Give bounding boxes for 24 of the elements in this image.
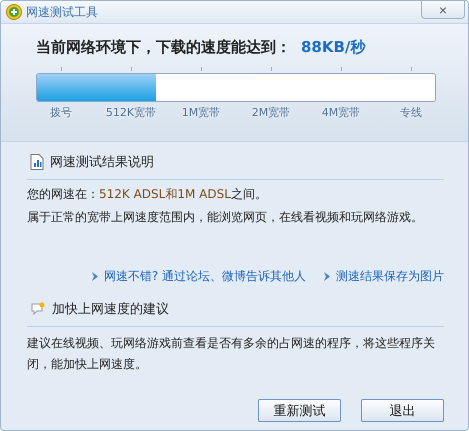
dialog-button[interactable]: 重新测试 xyxy=(258,399,341,422)
meter-tick-label: 拨号 xyxy=(50,105,72,120)
speed-label: 当前网络环境下，下载的速度能达到： xyxy=(36,38,291,57)
logo-icon xyxy=(6,4,22,20)
dialog-button[interactable]: 退出 xyxy=(361,399,444,422)
advice-text: 建议在线视频、玩网络游戏前查看是否有多余的占网速的程序，将这些程序关闭，能加快上网速度。 xyxy=(27,335,436,373)
chart-document-icon xyxy=(30,154,44,170)
meter-tick-label: 2M宽带 xyxy=(252,105,290,120)
section-heading: 网速测试结果说明 xyxy=(50,154,154,171)
section-heading: 加快上网速度的建议 xyxy=(52,301,169,318)
meter-tick-label: 专线 xyxy=(400,105,422,120)
close-button[interactable]: × xyxy=(421,1,465,19)
speed-value: 88KB/秒 xyxy=(301,38,366,57)
meter-tick-label: 512K宽带 xyxy=(106,105,156,120)
share-link[interactable]: 测速结果保存为图片 xyxy=(336,268,444,285)
chevron-icon xyxy=(92,272,98,281)
description-text: 属于正常的宽带上网速度范围内，能浏览网页，在线看视频和玩网络游戏。 xyxy=(27,209,424,226)
meter-tick-label: 1M宽带 xyxy=(182,105,220,120)
chevron-icon xyxy=(324,272,330,281)
meter-tick-label: 4M宽带 xyxy=(322,105,360,120)
window-title: 网速测试工具 xyxy=(26,4,99,20)
speed-range-text: 您的网速在：512K ADSL和1M ADSL之间。 xyxy=(27,186,268,203)
speech-bubble-icon xyxy=(30,302,46,316)
share-link[interactable]: 网速不错? 通过论坛、微博告诉其他人 xyxy=(104,268,306,285)
